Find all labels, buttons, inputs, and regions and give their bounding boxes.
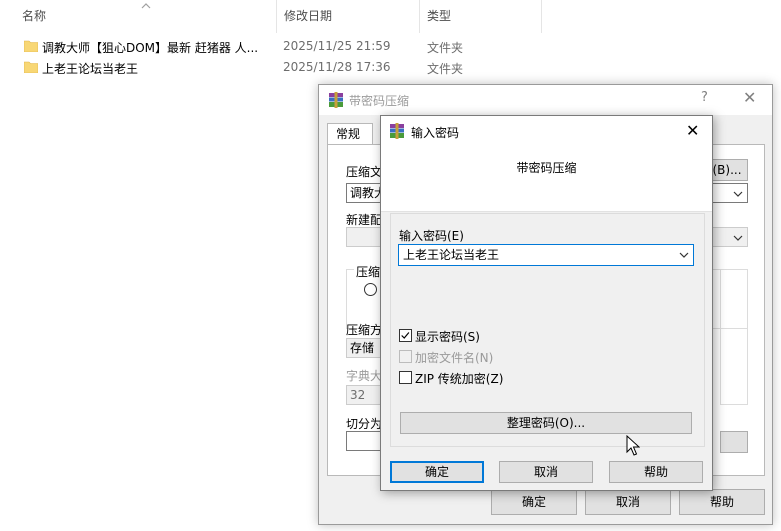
archive-ok-label: 确定 [521, 495, 546, 509]
dictionary-size-value: 32 [350, 388, 366, 402]
sort-ascending-icon [141, 3, 151, 9]
folder-icon [24, 61, 38, 73]
show-password-label: 显示密码(S) [415, 330, 480, 344]
options-button[interactable] [720, 431, 748, 453]
options-group [720, 269, 748, 405]
help-icon[interactable]: ? [701, 90, 708, 105]
winrar-icon [390, 123, 404, 139]
browse-button-label: (B)... [712, 163, 742, 177]
folder-icon [24, 40, 38, 52]
new-profile-label: 新建配 [346, 213, 383, 227]
format-radio[interactable] [364, 283, 377, 296]
close-icon[interactable]: ✕ [686, 121, 699, 140]
organize-passwords-label: 整理密码(O)... [506, 416, 586, 430]
checkbox-box[interactable] [399, 350, 412, 363]
file-type: 文件夹 [427, 62, 464, 76]
chevron-down-icon [733, 235, 743, 241]
password-dialog-titlebar[interactable]: 输入密码 ✕ [381, 116, 712, 146]
column-header-type[interactable]: 类型 [419, 0, 541, 33]
encrypt-filenames-label: 加密文件名(N) [415, 351, 494, 365]
file-date: 2025/11/28 17:36 [283, 60, 391, 74]
archive-name-label: 压缩文 [346, 165, 383, 179]
column-separator[interactable] [541, 0, 542, 33]
archive-help-button[interactable]: 帮助 [679, 489, 765, 515]
dictionary-size-label: 字典大 [346, 369, 383, 383]
ok-button-label: 确定 [424, 465, 449, 479]
archive-help-label: 帮助 [709, 495, 734, 509]
file-name: 调教大师【狙心DOM】最新 赶猪器 人... [42, 41, 259, 55]
help-button[interactable]: 帮助 [609, 461, 703, 483]
archive-ok-button[interactable]: 确定 [491, 489, 577, 515]
cancel-button[interactable]: 取消 [499, 461, 593, 483]
zip-legacy-label: ZIP 传统加密(Z) [415, 372, 504, 386]
file-date: 2025/11/25 21:59 [283, 39, 391, 53]
cancel-button-label: 取消 [533, 465, 558, 479]
help-button-label: 帮助 [643, 465, 668, 479]
password-dialog-banner: 带密码压缩 [381, 146, 712, 212]
tab-general-label: 常规 [336, 127, 361, 141]
password-label: 输入密码(E) [399, 229, 464, 243]
file-name: 上老王论坛当老王 [42, 62, 139, 76]
column-header-name-label: 名称 [22, 9, 47, 23]
archive-dialog-titlebar[interactable]: 带密码压缩 ? ✕ [319, 85, 772, 115]
password-value: 上老王论坛当老王 [403, 248, 500, 262]
checkbox-box[interactable] [399, 371, 412, 384]
winrar-icon [329, 92, 343, 108]
file-row[interactable]: 调教大师【狙心DOM】最新 赶猪器 人... 2025/11/25 21:59 … [0, 36, 540, 57]
mouse-cursor-icon [626, 435, 640, 456]
chevron-down-icon[interactable] [679, 250, 689, 260]
compression-method-label: 压缩方 [346, 323, 383, 337]
checkmark-icon [401, 332, 410, 339]
password-input[interactable]: 上老王论坛当老王 [398, 244, 694, 266]
compression-method-value: 存储 [350, 341, 375, 355]
archive-cancel-button[interactable]: 取消 [585, 489, 671, 515]
banner-heading: 带密码压缩 [516, 161, 577, 175]
tab-general[interactable]: 常规 [327, 123, 373, 145]
password-dialog: 输入密码 ✕ 带密码压缩 输入密码(E) 上老王论坛当老王 显示密码(S) 加密… [380, 115, 713, 491]
checkbox-box[interactable] [399, 329, 412, 342]
ok-button[interactable]: 确定 [390, 461, 484, 483]
close-icon[interactable]: ✕ [743, 88, 756, 107]
split-volumes-label: 切分为 [346, 417, 383, 431]
file-row[interactable]: 上老王论坛当老王 2025/11/28 17:36 文件夹 [0, 57, 540, 78]
column-header-date[interactable]: 修改日期 [276, 0, 419, 33]
archive-dialog-title: 带密码压缩 [349, 94, 410, 108]
organize-passwords-button[interactable]: 整理密码(O)... [400, 412, 692, 434]
archive-cancel-label: 取消 [615, 495, 640, 509]
chevron-down-icon [733, 191, 743, 197]
file-type: 文件夹 [427, 41, 464, 55]
password-dialog-title: 输入密码 [411, 126, 460, 140]
column-header-date-label: 修改日期 [284, 9, 333, 23]
column-header-type-label: 类型 [427, 9, 452, 23]
